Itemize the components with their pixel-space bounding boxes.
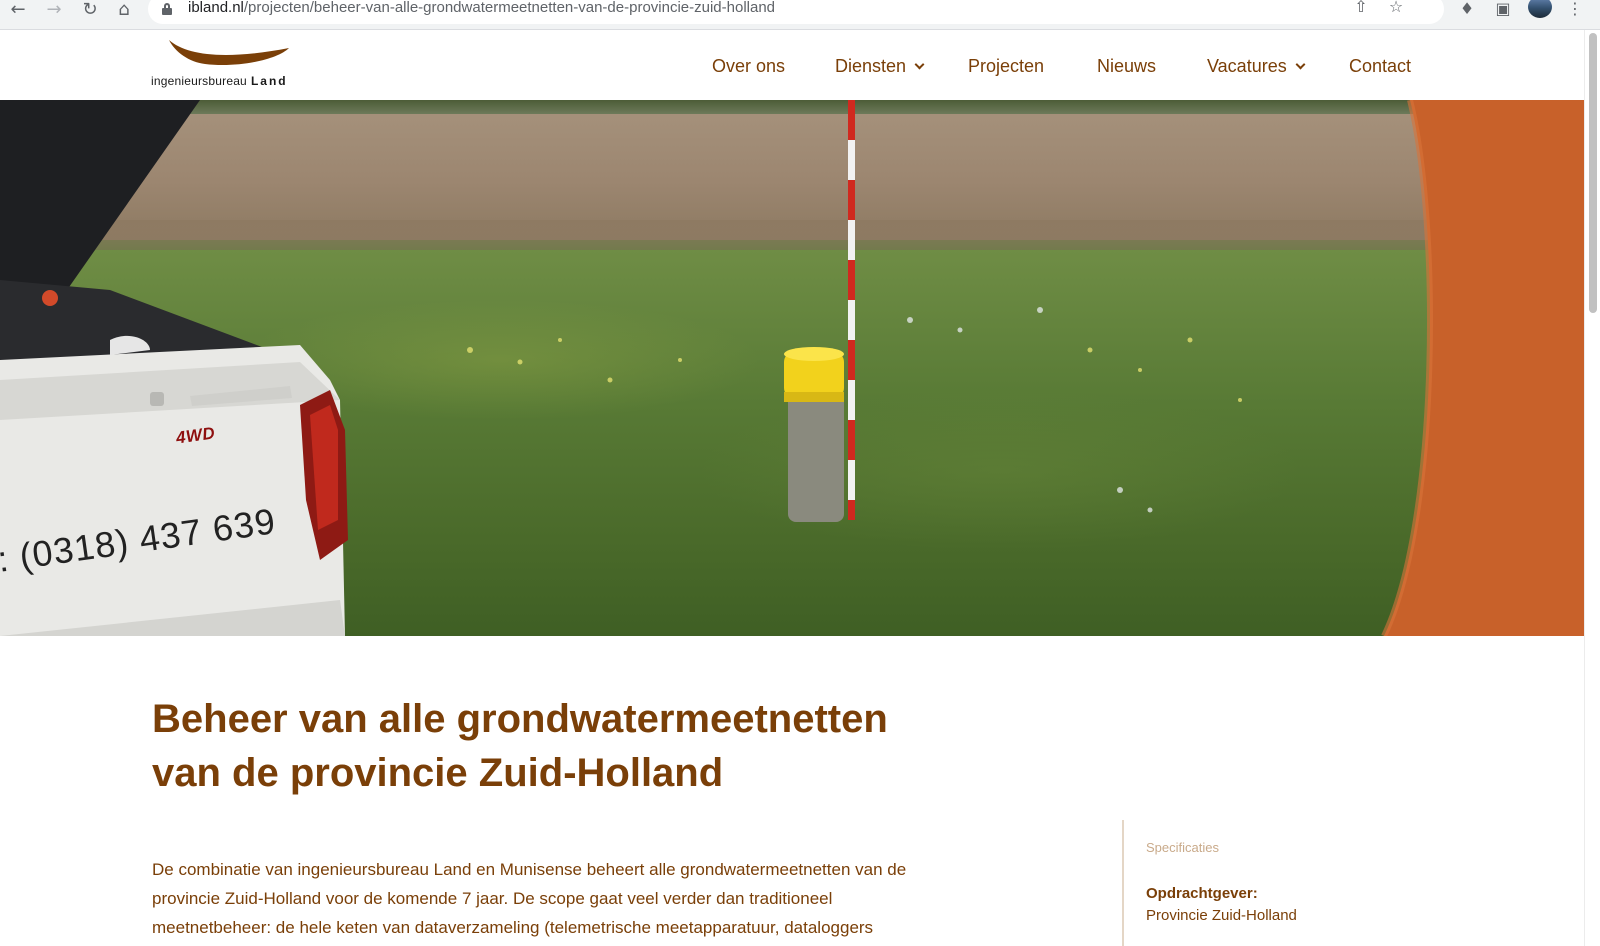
url-path: /projecten/beheer-van-alle-grondwatermee…: [243, 0, 776, 16]
site-logo[interactable]: ingenieursbureau Land: [151, 38, 301, 92]
nav-label: Projecten: [968, 56, 1045, 76]
home-icon[interactable]: ⌂: [112, 0, 136, 22]
forward-icon[interactable]: →: [42, 0, 66, 22]
profile-avatar[interactable]: [1528, 0, 1552, 18]
menu-dots-icon[interactable]: ⋮: [1564, 0, 1586, 21]
logo-text: ingenieursbureau Land: [151, 74, 288, 88]
nav-item-projecten[interactable]: Projecten: [968, 56, 1044, 77]
nav-label: Over ons: [712, 56, 786, 76]
page-scrollbar[interactable]: [1584, 30, 1600, 946]
logo-text-main: ingenieursbureau: [151, 74, 247, 88]
nav-item-contact[interactable]: Contact: [1349, 56, 1411, 77]
address-url[interactable]: ibland.nl/projecten/beheer-van-alle-gron…: [188, 0, 775, 16]
nav-label: Nieuws: [1097, 56, 1157, 76]
address-bar[interactable]: ibland.nl/projecten/beheer-van-alle-gron…: [148, 0, 1444, 24]
nav-label: Contact: [1349, 56, 1412, 76]
client-label: Opdrachtgever:: [1146, 885, 1258, 902]
lock-icon[interactable]: [162, 3, 172, 15]
extensions-icon[interactable]: ♦: [1456, 0, 1478, 21]
scrollbar-thumb[interactable]: [1589, 33, 1597, 313]
nav-label: Vacatures: [1207, 56, 1287, 76]
page-title: Beheer van alle grondwatermeetnetten van…: [152, 697, 888, 795]
site-header: ingenieursbureau Land Over ons Diensten P…: [0, 30, 1584, 100]
client-value: Provincie Zuid-Holland: [1146, 907, 1297, 924]
url-host: ibland.nl: [188, 0, 244, 16]
nav-label: Diensten: [835, 56, 907, 76]
logo-swoosh: [169, 40, 289, 66]
bookmark-star-icon[interactable]: ☆: [1385, 0, 1407, 19]
reload-icon[interactable]: ↻: [78, 0, 102, 22]
nav-item-diensten[interactable]: Diensten: [835, 56, 925, 77]
specifications-heading: Specificaties: [1146, 840, 1219, 855]
browser-toolbar: ← → ↻ ⌂ ibland.nl/projecten/beheer-van-a…: [0, 0, 1600, 30]
reading-list-icon[interactable]: ▣: [1492, 0, 1514, 21]
nav-item-vacatures[interactable]: Vacatures: [1207, 56, 1306, 77]
specifications-panel: Specificaties Opdrachtgever: Provincie Z…: [1122, 820, 1422, 946]
chevron-down-icon: [914, 59, 925, 70]
chevron-down-icon: [1295, 59, 1306, 70]
nav-item-nieuws[interactable]: Nieuws: [1097, 56, 1156, 77]
intro-paragraph: De combinatie van ingenieursbureau Land …: [152, 860, 907, 937]
hero-orange-arc: [0, 100, 1584, 636]
hero-image: 4WD l: (0318) 437 639: [0, 100, 1584, 636]
logo-text-bold: Land: [250, 74, 288, 88]
nav-item-over-ons[interactable]: Over ons: [712, 56, 785, 77]
share-icon[interactable]: ⇧: [1350, 0, 1372, 19]
back-icon[interactable]: ←: [6, 0, 30, 22]
